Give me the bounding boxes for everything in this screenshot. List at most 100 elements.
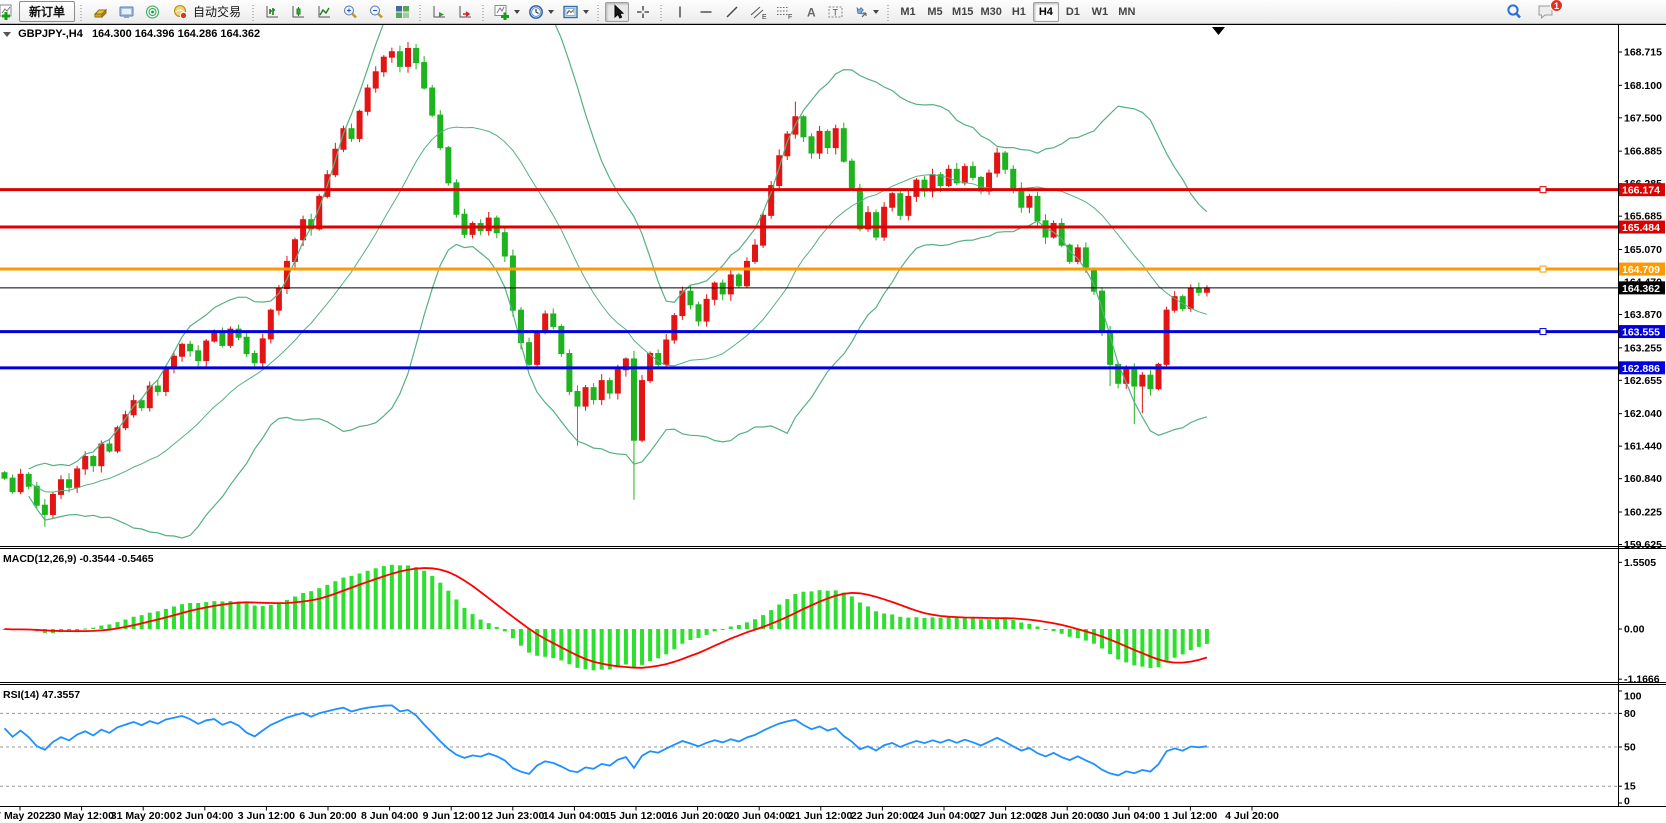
svg-text:168.100: 168.100 (1624, 80, 1662, 92)
search-button[interactable] (1502, 2, 1526, 22)
timeframe-m30[interactable]: M30 (977, 2, 1004, 22)
text-label-button[interactable]: T (824, 2, 848, 22)
svg-text:3 Jun 12:00: 3 Jun 12:00 (238, 810, 295, 822)
svg-text:A: A (807, 5, 816, 19)
timeframe-h4[interactable]: H4 (1033, 2, 1059, 22)
toolbar-grip (79, 3, 84, 21)
svg-text:30 May 12:00: 30 May 12:00 (49, 810, 114, 822)
svg-text:166.885: 166.885 (1624, 146, 1662, 158)
svg-text:F: F (788, 14, 792, 20)
bar-chart-icon (264, 4, 281, 20)
symbol-timeframe-label: GBPJPY-,H4 (18, 28, 83, 40)
svg-text:-1.1666: -1.1666 (1624, 674, 1660, 686)
macd-axis: 1.55050.00-1.1666 (1618, 557, 1660, 686)
bar-chart-button[interactable] (260, 2, 284, 22)
trendline-button[interactable] (720, 2, 744, 22)
arrows-button[interactable] (850, 2, 882, 22)
svg-text:162.655: 162.655 (1624, 375, 1662, 387)
autotrading-button[interactable]: 自动交易 (166, 2, 247, 22)
vertical-line-button[interactable] (668, 2, 692, 22)
toolbar-grip (418, 3, 423, 21)
timeframe-mn[interactable]: MN (1114, 2, 1140, 22)
new-order-button[interactable]: 新订单 (19, 1, 75, 22)
timeframe-w1[interactable]: W1 (1087, 2, 1113, 22)
text-label-icon: T (827, 4, 845, 20)
svg-text:0.00: 0.00 (1624, 624, 1645, 636)
dropdown-caret-icon (514, 10, 520, 14)
zoom-in-icon (342, 4, 359, 20)
signal-button[interactable] (140, 2, 164, 22)
line-chart-icon (316, 4, 333, 20)
svg-text:30 Jun 04:00: 30 Jun 04:00 (1097, 810, 1160, 822)
svg-text:160.840: 160.840 (1624, 473, 1662, 485)
chart-shift-marker (1212, 27, 1225, 35)
svg-text:50: 50 (1624, 742, 1636, 754)
svg-text:164.709: 164.709 (1622, 264, 1660, 276)
svg-text:2 Jun 04:00: 2 Jun 04:00 (176, 810, 233, 822)
auto-scroll-button[interactable] (427, 2, 451, 22)
fibonacci-icon: F (775, 4, 793, 20)
horizontal-line-icon (698, 4, 714, 20)
symbol-dropdown-icon[interactable] (3, 32, 11, 37)
candlestick-chart-button[interactable] (286, 2, 310, 22)
svg-text:16 Jun 20:00: 16 Jun 20:00 (666, 810, 729, 822)
crosshair-icon (635, 4, 651, 20)
toolbar-grip (659, 3, 664, 21)
timeframe-d1[interactable]: D1 (1060, 2, 1086, 22)
svg-text:21 Jun 12:00: 21 Jun 12:00 (789, 810, 852, 822)
chart-svg[interactable]: 168.715168.100167.500166.885166.285165.6… (0, 0, 1666, 823)
svg-text:27 May 2022: 27 May 2022 (0, 810, 51, 822)
svg-text:160.225: 160.225 (1624, 506, 1662, 518)
tile-windows-button[interactable] (390, 2, 414, 22)
price-axis: 168.715168.100167.500166.885166.285165.6… (1618, 47, 1662, 551)
horizontal-lines: 166.174165.484164.709163.555162.886 (0, 183, 1665, 375)
chart-shift-button[interactable] (453, 2, 477, 22)
templates-button[interactable] (559, 2, 592, 22)
svg-text:27 Jun 12:00: 27 Jun 12:00 (974, 810, 1037, 822)
timeframe-m5[interactable]: M5 (922, 2, 948, 22)
new-chart-button[interactable] (0, 2, 17, 22)
fibonacci-button[interactable]: F (772, 2, 796, 22)
indicators-button[interactable] (490, 2, 523, 22)
svg-text:163.255: 163.255 (1624, 342, 1662, 354)
timeframe-group: M1M5M15M30H1H4D1W1MN (895, 2, 1140, 22)
terminal-button[interactable] (114, 2, 138, 22)
dropdown-caret-icon (548, 10, 554, 14)
chat-button[interactable]: 1 (1534, 2, 1558, 22)
trendline-icon (724, 4, 740, 20)
svg-text:162.886: 162.886 (1622, 363, 1660, 375)
svg-text:163.555: 163.555 (1622, 327, 1660, 339)
svg-text:12 Jun 23:00: 12 Jun 23:00 (481, 810, 544, 822)
zoom-out-button[interactable] (364, 2, 388, 22)
svg-text:168.715: 168.715 (1624, 47, 1662, 59)
cursor-icon (610, 4, 625, 20)
time-axis: 27 May 202230 May 12:0031 May 20:002 Jun… (0, 807, 1279, 823)
indicators-icon (493, 4, 511, 20)
macd-histogram (3, 565, 1209, 671)
rsi-pane (0, 705, 1618, 786)
timeframe-m1[interactable]: M1 (895, 2, 921, 22)
current-price-line: 164.362 (0, 281, 1665, 295)
templates-icon (562, 4, 580, 20)
timeframe-h1[interactable]: H1 (1006, 2, 1032, 22)
svg-text:E: E (762, 14, 767, 20)
svg-text:165.070: 165.070 (1624, 244, 1662, 256)
signal-icon (144, 4, 161, 20)
chart-title: GBPJPY-,H4 164.300 164.396 164.286 164.3… (3, 28, 260, 40)
periods-button[interactable] (525, 2, 557, 22)
zoom-in-button[interactable] (338, 2, 362, 22)
terminal-icon (118, 4, 135, 20)
new-chart-icon (0, 4, 13, 20)
timeframe-m15[interactable]: M15 (949, 2, 976, 22)
horizontal-line-button[interactable] (694, 2, 718, 22)
equidistant-channel-button[interactable]: E (746, 2, 770, 22)
gold-bars-button[interactable] (88, 2, 112, 22)
line-chart-button[interactable] (312, 2, 336, 22)
crosshair-button[interactable] (631, 2, 655, 22)
rsi-label: RSI(14) 47.3557 (3, 689, 80, 701)
dropdown-caret-icon (873, 10, 879, 14)
svg-text:80: 80 (1624, 708, 1636, 720)
macd-signal-line (5, 568, 1207, 668)
cursor-button[interactable] (605, 2, 629, 22)
text-button[interactable]: A (798, 2, 822, 22)
